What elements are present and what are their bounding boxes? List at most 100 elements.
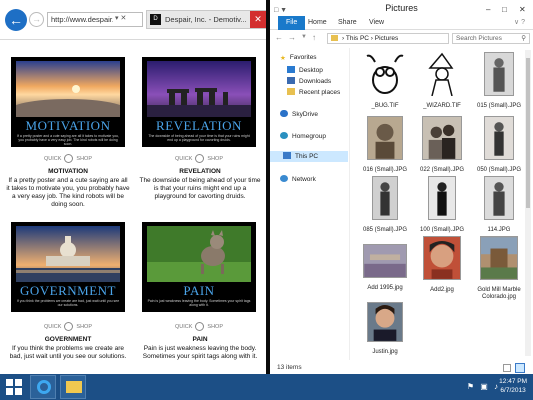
file-item[interactable]: 114.JPG bbox=[472, 176, 526, 234]
file-item[interactable]: 016 (Small).JPG bbox=[358, 116, 412, 174]
file-name: Gold Mill Marble Colorado.jpg bbox=[477, 287, 521, 300]
file-name: 114.JPG bbox=[487, 227, 511, 233]
poster-caption: If you think the problems we create are … bbox=[16, 299, 120, 307]
file-thumbnail bbox=[480, 236, 518, 280]
close-button[interactable]: ✕ bbox=[250, 11, 266, 28]
item-count: 13 items bbox=[277, 364, 302, 371]
file-explorer-taskbar-button[interactable] bbox=[60, 375, 86, 399]
large-icons-view-icon[interactable] bbox=[515, 363, 525, 373]
nav-network[interactable]: Network bbox=[280, 175, 316, 183]
file-thumbnail bbox=[428, 176, 456, 220]
back-arrow-icon[interactable]: ← bbox=[275, 33, 283, 42]
file-name: Justin.jpg bbox=[372, 349, 398, 355]
quick-shop[interactable]: QUICK SHOP bbox=[11, 154, 125, 163]
file-item[interactable]: Add 1995.jpg bbox=[358, 236, 412, 292]
cloud-icon bbox=[280, 110, 288, 117]
file-thumbnail bbox=[484, 176, 514, 220]
product-title[interactable]: REVELATION bbox=[138, 168, 262, 175]
product-title[interactable]: GOVERNMENT bbox=[6, 336, 130, 343]
file-name: 050 (Small).JPG bbox=[476, 167, 521, 173]
ribbon-expand-icon[interactable]: ∨ ? bbox=[514, 16, 525, 30]
poster-caption: Pain is just weakness leaving the body. … bbox=[147, 299, 251, 307]
magnifier-icon bbox=[195, 322, 205, 331]
clock[interactable]: 12:47 PM 6/7/2013 bbox=[499, 377, 527, 395]
file-item[interactable]: _BUG.TIF bbox=[358, 52, 412, 110]
quick-shop[interactable]: QUICK SHOP bbox=[142, 154, 256, 163]
computer-icon bbox=[283, 152, 291, 159]
tab-share[interactable]: Share bbox=[338, 16, 357, 30]
tab-file[interactable]: File bbox=[278, 16, 306, 30]
file-thumbnail bbox=[363, 244, 407, 278]
file-item[interactable]: 050 (Small).JPG bbox=[472, 116, 526, 174]
file-item[interactable]: 085 (Small).JPG bbox=[358, 176, 412, 234]
search-input[interactable]: Search Pictures ⚲ bbox=[452, 33, 530, 44]
nav-desktop[interactable]: Desktop bbox=[287, 66, 323, 74]
poster-word: GOVERNMENT bbox=[20, 283, 116, 298]
system-tray-icons[interactable]: ⚑ ▣ ♪ bbox=[467, 382, 500, 391]
address-bar[interactable]: http://www.despair.co bbox=[47, 12, 143, 27]
product-title[interactable]: MOTIVATION bbox=[6, 168, 130, 175]
file-item[interactable]: 100 (Small).JPG bbox=[415, 176, 469, 234]
poster-image bbox=[16, 226, 120, 282]
quick-shop[interactable]: QUICK SHOP bbox=[11, 322, 125, 331]
file-item[interactable]: _WIZARD.TIF bbox=[415, 52, 469, 110]
ie-window: ← → http://www.despair.co ▾ ✕ D Despair,… bbox=[0, 0, 266, 374]
tab-title: Despair, Inc. - Demotiv... bbox=[165, 15, 247, 24]
nav-skydrive[interactable]: SkyDrive bbox=[280, 110, 318, 118]
forward-arrow-icon[interactable]: → bbox=[288, 33, 296, 42]
poster-caption: The downside of being ahead of your time… bbox=[148, 134, 250, 142]
network-icon bbox=[280, 175, 288, 182]
path-bar[interactable]: › This PC › Pictures bbox=[327, 33, 449, 44]
ribbon-tabs: File Home Share View ∨ ? bbox=[270, 16, 533, 30]
product-description: Pain is just weakness leaving the body. … bbox=[142, 345, 258, 360]
nav-this-pc[interactable]: This PC bbox=[270, 151, 348, 162]
windows-start-icon[interactable] bbox=[6, 379, 23, 395]
file-name: _BUG.TIF bbox=[371, 103, 399, 109]
vertical-scrollbar[interactable] bbox=[525, 50, 531, 356]
back-button[interactable]: ← bbox=[5, 9, 27, 31]
nav-favorites[interactable]: ★ Favorites bbox=[280, 54, 317, 62]
file-name: 016 (Small).JPG bbox=[362, 167, 407, 173]
search-icon: ⚲ bbox=[521, 35, 526, 42]
file-item[interactable]: 022 (Small).JPG bbox=[415, 116, 469, 174]
file-item[interactable]: Justin.jpg bbox=[358, 302, 412, 356]
magnifier-icon bbox=[195, 154, 205, 163]
address-row: ← → ▼ ↑ › This PC › Pictures Search Pict… bbox=[270, 30, 533, 46]
poster-image bbox=[147, 226, 251, 282]
downloads-icon bbox=[287, 77, 295, 84]
poster-government[interactable]: GOVERNMENT If you think the problems we … bbox=[11, 222, 125, 312]
product-title[interactable]: PAIN bbox=[138, 336, 262, 343]
file-item[interactable]: 015 (Small).JPG bbox=[472, 52, 526, 110]
tab-view[interactable]: View bbox=[369, 16, 384, 30]
details-view-icon[interactable] bbox=[503, 364, 511, 372]
file-name: _WIZARD.TIF bbox=[423, 103, 461, 109]
quick-shop[interactable]: QUICK SHOP bbox=[142, 322, 256, 331]
file-thumbnail bbox=[484, 116, 514, 160]
file-item[interactable]: Gold Mill Marble Colorado.jpg bbox=[472, 236, 526, 301]
poster-revelation[interactable]: REVELATION The downside of being ahead o… bbox=[142, 57, 256, 147]
product-description: If you think the problems we create are … bbox=[9, 345, 127, 360]
file-thumbnail bbox=[372, 176, 398, 220]
file-thumbnail bbox=[365, 52, 405, 96]
path-text: › This PC › Pictures bbox=[342, 35, 399, 42]
address-bar-icons[interactable]: ▾ ✕ bbox=[113, 13, 129, 25]
browser-tab[interactable]: D Despair, Inc. - Demotiv... bbox=[146, 10, 266, 29]
page-content: MOTIVATION If a pretty poster and a cute… bbox=[0, 41, 266, 374]
forward-button[interactable]: → bbox=[29, 12, 44, 27]
poster-word: MOTIVATION bbox=[25, 118, 111, 133]
star-icon: ★ bbox=[280, 55, 286, 62]
poster-motivation[interactable]: MOTIVATION If a pretty poster and a cute… bbox=[11, 57, 125, 147]
nav-recent-places[interactable]: Recent places bbox=[287, 88, 340, 96]
recent-dropdown-icon[interactable]: ▼ bbox=[301, 34, 307, 40]
scrollbar-thumb[interactable] bbox=[526, 58, 530, 208]
poster-pain[interactable]: PAIN Pain is just weakness leaving the b… bbox=[142, 222, 256, 312]
file-item[interactable]: Add2.jpg bbox=[415, 236, 469, 294]
tab-home[interactable]: Home bbox=[308, 16, 327, 30]
internet-explorer-taskbar-button[interactable] bbox=[30, 375, 56, 399]
clock-time: 12:47 PM bbox=[499, 378, 527, 385]
nav-homegroup[interactable]: Homegroup bbox=[280, 132, 326, 140]
up-arrow-icon[interactable]: ↑ bbox=[312, 33, 316, 42]
nav-downloads[interactable]: Downloads bbox=[287, 77, 331, 85]
poster-word: REVELATION bbox=[156, 118, 242, 133]
poster-caption: If a pretty poster and a cute saying are… bbox=[17, 134, 119, 146]
